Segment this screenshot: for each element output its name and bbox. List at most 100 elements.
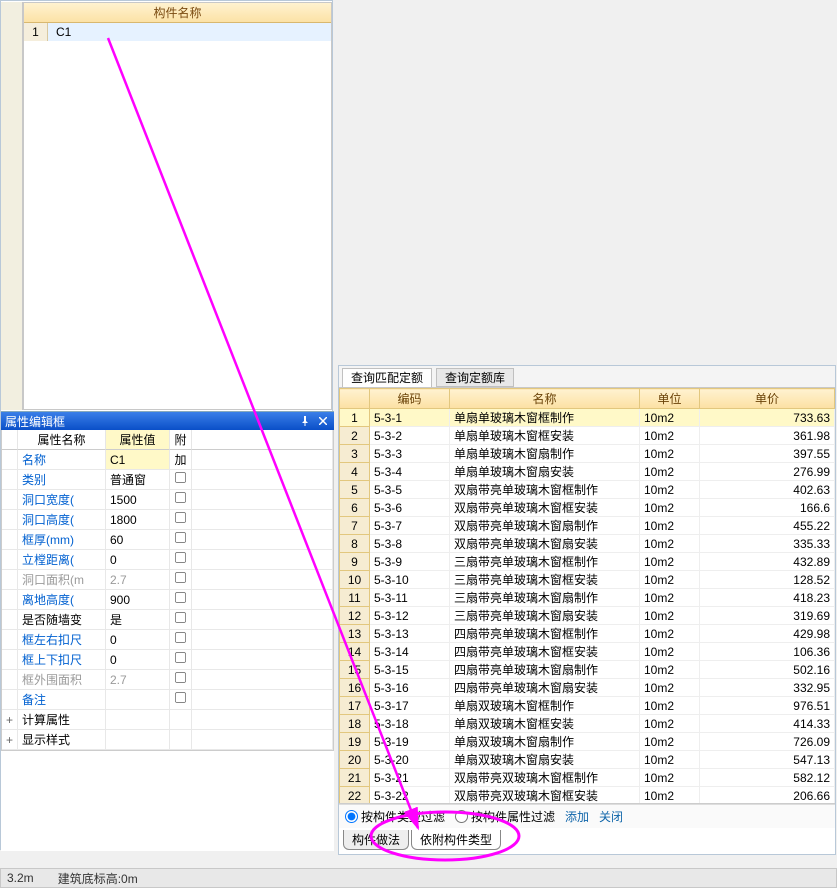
cell-code: 5-3-18	[370, 715, 450, 733]
quota-row[interactable]: 135-3-13四扇带亮单玻璃木窗框制作10m2429.98	[340, 625, 835, 643]
cell-name: 四扇带亮单玻璃木窗扇制作	[450, 661, 640, 679]
row-number: 11	[340, 589, 370, 607]
add-link[interactable]: 添加	[565, 808, 589, 825]
close-link[interactable]: 关闭	[599, 808, 623, 825]
quota-top-tabs: 查询匹配定额 查询定额库	[339, 366, 835, 388]
tab-attached-component-type[interactable]: 依附构件类型	[411, 830, 501, 850]
property-value[interactable]: 是	[106, 610, 170, 630]
cell-code: 5-3-3	[370, 445, 450, 463]
row-number: 14	[340, 643, 370, 661]
quota-row[interactable]: 65-3-6双扇带亮单玻璃木窗框安装10m2166.6	[340, 499, 835, 517]
property-extra-checkbox[interactable]	[170, 670, 192, 690]
filter-by-type[interactable]: 按构件类型过滤	[345, 808, 445, 825]
quota-row[interactable]: 25-3-2单扇单玻璃木窗框安装10m2361.98	[340, 427, 835, 445]
tab-quota-library[interactable]: 查询定额库	[436, 368, 514, 387]
row-number: 13	[340, 625, 370, 643]
quota-row[interactable]: 105-3-10三扇带亮单玻璃木窗框安装10m2128.52	[340, 571, 835, 589]
property-extra-checkbox[interactable]	[170, 530, 192, 550]
quota-row[interactable]: 35-3-3单扇单玻璃木窗扇制作10m2397.55	[340, 445, 835, 463]
quota-row[interactable]: 165-3-16四扇带亮单玻璃木窗扇安装10m2332.95	[340, 679, 835, 697]
expand-icon[interactable]: +	[2, 730, 18, 750]
expand-icon[interactable]: +	[2, 710, 18, 730]
cell-price: 332.95	[700, 679, 835, 697]
filter-by-type-radio[interactable]	[345, 810, 358, 823]
quota-row[interactable]: 215-3-21双扇带亮双玻璃木窗框制作10m2582.12	[340, 769, 835, 787]
cell-unit: 10m2	[640, 715, 700, 733]
property-value[interactable]: 900	[106, 590, 170, 610]
quota-row[interactable]: 95-3-9三扇带亮单玻璃木窗框制作10m2432.89	[340, 553, 835, 571]
component-name-grid[interactable]: 构件名称 1C1	[23, 2, 332, 410]
quota-row[interactable]: 205-3-20单扇双玻璃木窗扇安装10m2547.13	[340, 751, 835, 769]
property-value[interactable]: C1	[106, 450, 170, 470]
quota-row[interactable]: 155-3-15四扇带亮单玻璃木窗扇制作10m2502.16	[340, 661, 835, 679]
row-number: 19	[340, 733, 370, 751]
property-extra-checkbox[interactable]	[170, 690, 192, 710]
property-extra-checkbox[interactable]	[170, 570, 192, 590]
tab-match-quota[interactable]: 查询匹配定额	[342, 368, 432, 387]
property-extra-checkbox[interactable]	[170, 650, 192, 670]
cell-name: 三扇带亮单玻璃木窗扇制作	[450, 589, 640, 607]
property-extra-checkbox[interactable]	[170, 590, 192, 610]
quota-row[interactable]: 145-3-14四扇带亮单玻璃木窗框安装10m2106.36	[340, 643, 835, 661]
property-value[interactable]: 1800	[106, 510, 170, 530]
quota-row[interactable]: 85-3-8双扇带亮单玻璃木窗扇安装10m2335.33	[340, 535, 835, 553]
component-row[interactable]: 1C1	[24, 23, 331, 41]
property-value[interactable]: 普通窗	[106, 470, 170, 490]
status-left: 3.2m	[7, 871, 34, 885]
quota-row[interactable]: 55-3-5双扇带亮单玻璃木窗框制作10m2402.63	[340, 481, 835, 499]
quota-grid[interactable]: 编码 名称 单位 单价 15-3-1单扇单玻璃木窗框制作10m2733.6325…	[339, 388, 835, 804]
quota-row[interactable]: 175-3-17单扇双玻璃木窗框制作10m2976.51	[340, 697, 835, 715]
close-icon[interactable]	[316, 414, 330, 428]
quota-row[interactable]: 115-3-11三扇带亮单玻璃木窗扇制作10m2418.23	[340, 589, 835, 607]
quota-row[interactable]: 45-3-4单扇单玻璃木窗扇安装10m2276.99	[340, 463, 835, 481]
property-extra-checkbox[interactable]	[170, 550, 192, 570]
quota-row[interactable]: 225-3-22双扇带亮双玻璃木窗框安装10m2206.66	[340, 787, 835, 805]
cell-code: 5-3-5	[370, 481, 450, 499]
cell-price: 547.13	[700, 751, 835, 769]
property-value[interactable]: 60	[106, 530, 170, 550]
cell-unit: 10m2	[640, 589, 700, 607]
property-value[interactable]: 0	[106, 650, 170, 670]
property-value[interactable]: 0	[106, 630, 170, 650]
quota-row[interactable]: 125-3-12三扇带亮单玻璃木窗扇安装10m2319.69	[340, 607, 835, 625]
cell-code: 5-3-12	[370, 607, 450, 625]
property-group-label: 显示样式	[18, 730, 106, 750]
property-label: 洞口面积(m	[18, 570, 106, 590]
quota-row[interactable]: 195-3-19单扇双玻璃木窗扇制作10m2726.09	[340, 733, 835, 751]
property-extra-checkbox[interactable]	[170, 490, 192, 510]
left-pane: 构件名称 1C1 属性编辑框 属性名称 属性值 附加 名称C1类别普通窗洞口宽度…	[0, 0, 333, 850]
prop-header-extra: 附加	[170, 430, 192, 450]
property-value[interactable]: 2.7	[106, 570, 170, 590]
quota-row[interactable]: 15-3-1单扇单玻璃木窗框制作10m2733.63	[340, 409, 835, 427]
property-value[interactable]: 2.7	[106, 670, 170, 690]
quota-row[interactable]: 75-3-7双扇带亮单玻璃木窗扇制作10m2455.22	[340, 517, 835, 535]
cell-name: 四扇带亮单玻璃木窗框安装	[450, 643, 640, 661]
cell-unit: 10m2	[640, 463, 700, 481]
property-value[interactable]: 0	[106, 550, 170, 570]
property-value[interactable]: 1500	[106, 490, 170, 510]
cell-code: 5-3-11	[370, 589, 450, 607]
property-extra-checkbox	[170, 450, 192, 470]
property-extra-checkbox[interactable]	[170, 470, 192, 490]
status-bar: 3.2m 建筑底标高:0m	[0, 868, 837, 888]
cell-name: 三扇带亮单玻璃木窗框制作	[450, 553, 640, 571]
tab-component-method[interactable]: 构件做法	[343, 830, 409, 850]
property-value[interactable]	[106, 690, 170, 710]
property-extra-checkbox[interactable]	[170, 630, 192, 650]
cell-name: 四扇带亮单玻璃木窗扇安装	[450, 679, 640, 697]
row-number: 2	[340, 427, 370, 445]
cell-price: 106.36	[700, 643, 835, 661]
property-extra-checkbox[interactable]	[170, 610, 192, 630]
property-grid[interactable]: 属性名称 属性值 附加 名称C1类别普通窗洞口宽度(1500洞口高度(1800框…	[1, 430, 334, 751]
property-editor-titlebar[interactable]: 属性编辑框	[1, 412, 334, 430]
component-name-cell[interactable]: C1	[48, 23, 331, 41]
property-extra-checkbox[interactable]	[170, 510, 192, 530]
cell-code: 5-3-7	[370, 517, 450, 535]
quota-row[interactable]: 185-3-18单扇双玻璃木窗框安装10m2414.33	[340, 715, 835, 733]
filter-by-prop[interactable]: 按构件属性过滤	[455, 808, 555, 825]
filter-by-prop-radio[interactable]	[455, 810, 468, 823]
pin-icon[interactable]	[298, 414, 312, 428]
cell-code: 5-3-14	[370, 643, 450, 661]
rownum-header	[340, 389, 370, 409]
property-label: 立樘距离(	[18, 550, 106, 570]
